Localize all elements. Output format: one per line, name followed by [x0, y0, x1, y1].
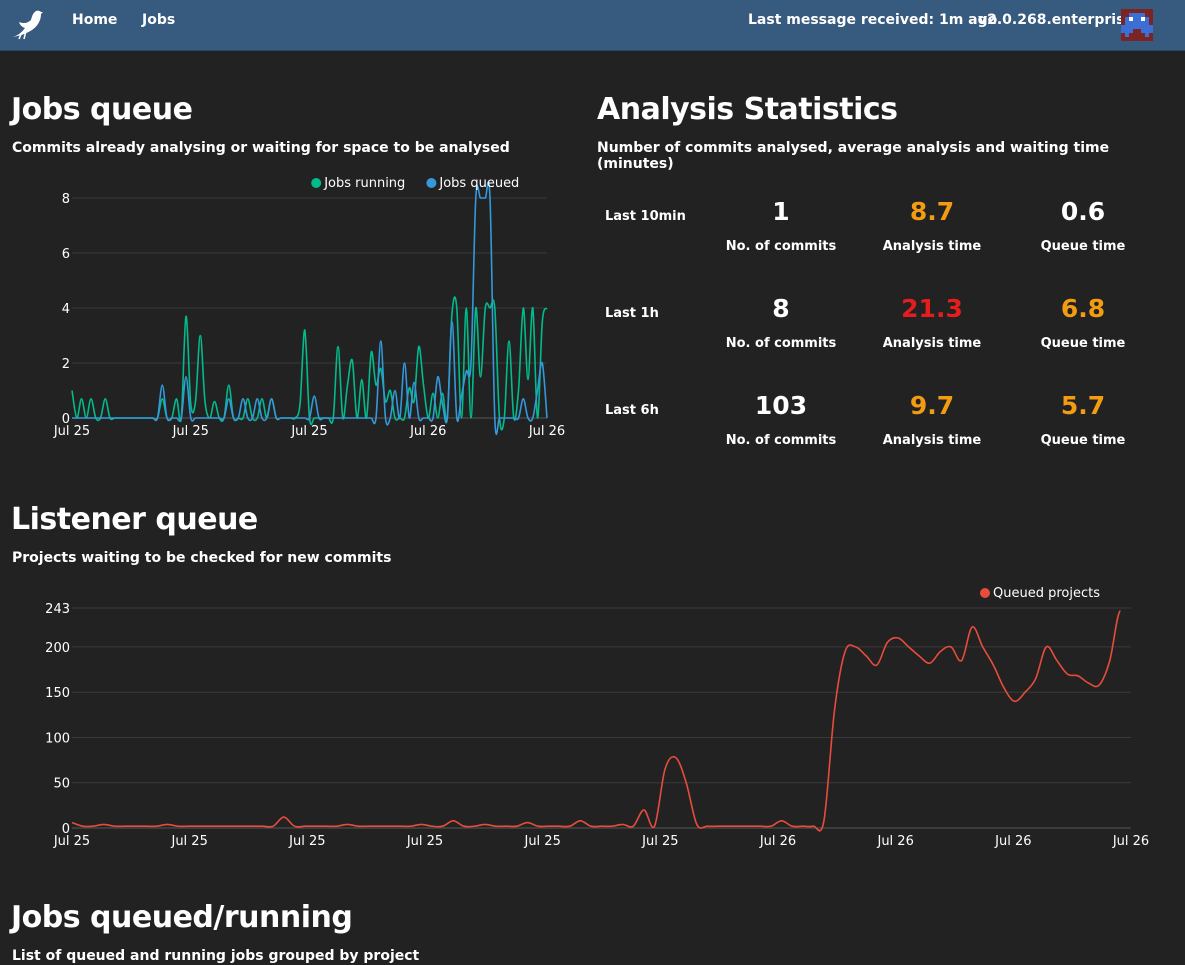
bird-logo-icon[interactable]	[10, 8, 44, 40]
commits-caption: No. of commits	[725, 433, 837, 448]
y-tick-label: 150	[45, 686, 70, 701]
analysis-time-value: 21.3	[901, 294, 963, 323]
x-tick-label: Jul 26	[994, 834, 1031, 849]
navbar: Home Jobs Last message received: 1m ago …	[0, 0, 1185, 50]
y-tick-label: 8	[62, 192, 70, 207]
listener-queue-title: Listener queue	[11, 502, 258, 537]
nav-home-link[interactable]: Home	[72, 12, 117, 28]
y-tick-label: 4	[62, 302, 70, 317]
analysis-time-caption: Analysis time	[882, 433, 982, 448]
queue-time-value: 5.7	[1060, 391, 1106, 420]
queue-time-value: 0.6	[1060, 197, 1106, 226]
x-tick-label: Jul 25	[523, 834, 560, 849]
analysis-time-caption: Analysis time	[882, 336, 982, 351]
version-label: v2.0.268.enterprise	[978, 12, 1134, 28]
analysis-stats-title: Analysis Statistics	[597, 92, 898, 127]
x-tick-label: Jul 25	[288, 834, 325, 849]
legend-label: Jobs queued	[438, 176, 519, 191]
x-tick-label: Jul 26	[1112, 834, 1149, 849]
y-tick-label: 100	[45, 731, 70, 746]
stats-row-label: Last 6h	[605, 403, 659, 418]
jobs-queue-title: Jobs queue	[11, 92, 193, 127]
queue-time-caption: Queue time	[1040, 336, 1126, 351]
x-tick-label: Jul 26	[876, 834, 913, 849]
queue-time-caption: Queue time	[1040, 433, 1126, 448]
jobs-queue-chart: 02468Jul 25 Jul 25 Jul 25 Jul 26 Jul 26Jobs …	[53, 176, 565, 439]
stats-row-label: Last 10min	[605, 209, 686, 224]
queue-time-value: 6.8	[1060, 294, 1106, 323]
last-message-status: Last message received: 1m ago	[748, 12, 998, 28]
user-avatar-icon[interactable]	[1121, 9, 1153, 41]
x-tick-label: Jul 25	[290, 424, 327, 439]
y-tick-label: 200	[45, 641, 70, 656]
legend-swatch	[426, 178, 437, 188]
legend-label: Jobs running	[323, 176, 405, 191]
x-tick-label: Jul 26	[759, 834, 796, 849]
legend-swatch	[980, 588, 990, 598]
queue-time-caption: Queue time	[1040, 239, 1126, 254]
x-tick-label: Jul 25	[172, 424, 209, 439]
x-tick-label: Jul 25	[170, 834, 207, 849]
x-tick-label: Jul 25	[406, 834, 443, 849]
legend-swatch	[311, 178, 322, 188]
jobs-list-subtitle: List of queued and running jobs grouped …	[12, 948, 420, 964]
y-tick-label: 2	[62, 357, 70, 372]
commits-count: 1	[772, 197, 790, 226]
listener-queue-subtitle: Projects waiting to be checked for new c…	[12, 550, 392, 566]
commits-caption: No. of commits	[725, 239, 837, 254]
analysis-stats-subtitle: Number of commits analysed, average anal…	[597, 140, 1110, 172]
x-tick-label: Jul 26	[528, 424, 565, 439]
y-tick-label: 50	[53, 777, 70, 792]
x-tick-label: Jul 25	[641, 834, 678, 849]
nav-jobs-link[interactable]: Jobs	[142, 12, 175, 28]
stats-row-label: Last 1h	[605, 306, 659, 321]
x-tick-label: Jul 25	[53, 834, 90, 849]
jobs-list-title: Jobs queued/running	[11, 900, 353, 935]
listener-queue-chart: 050100150200243Jul 25 Jul 25 Jul 25 Jul 25 J…	[45, 586, 1149, 849]
series-line	[71, 609, 1122, 832]
analysis-time-value: 8.7	[909, 197, 955, 226]
commits-count: 103	[754, 391, 808, 420]
analysis-time-caption: Analysis time	[882, 239, 982, 254]
legend-label: Queued projects	[993, 586, 1100, 601]
commits-count: 8	[772, 294, 790, 323]
y-tick-label: 243	[45, 602, 70, 617]
x-tick-label: Jul 26	[409, 424, 446, 439]
y-tick-label: 6	[62, 247, 70, 262]
x-tick-label: Jul 25	[53, 424, 90, 439]
commits-caption: No. of commits	[725, 336, 837, 351]
analysis-time-value: 9.7	[909, 391, 955, 420]
jobs-queue-subtitle: Commits already analysing or waiting for…	[12, 140, 510, 156]
